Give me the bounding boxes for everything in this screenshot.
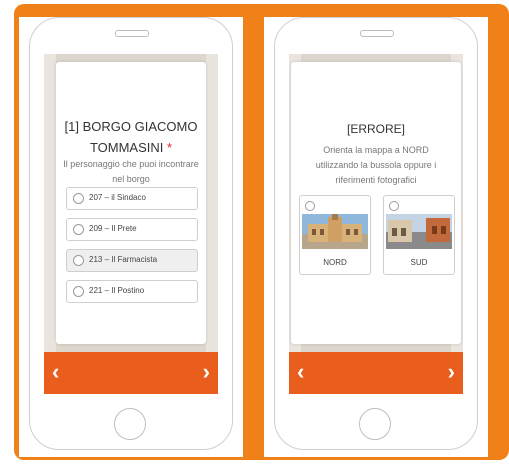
option-213[interactable]: 213 – Il Farmacista bbox=[66, 249, 198, 272]
question-subtitle: Il personaggio che puoi incontrare nel b… bbox=[63, 159, 199, 184]
option-label: 213 – Il Farmacista bbox=[89, 255, 158, 264]
choice-label: SUD bbox=[410, 258, 428, 267]
left-panel: [1] BORGO GIACOMO TOMMASINI * Il persona… bbox=[19, 17, 243, 457]
option-label: 221 – Il Postino bbox=[89, 286, 145, 295]
required-mark: * bbox=[167, 140, 173, 155]
radio-button[interactable] bbox=[73, 286, 84, 297]
chevron-left-icon[interactable]: ‹ bbox=[52, 360, 59, 384]
choice-label: NORD bbox=[323, 258, 347, 267]
orange-frame: [1] BORGO GIACOMO TOMMASINI * Il persona… bbox=[14, 4, 509, 460]
nord-photo bbox=[302, 214, 368, 249]
radio-button[interactable] bbox=[389, 201, 399, 211]
screen-left: [1] BORGO GIACOMO TOMMASINI * Il persona… bbox=[44, 54, 218, 394]
chevron-right-icon[interactable]: › bbox=[203, 360, 210, 384]
speaker-icon bbox=[115, 30, 149, 37]
radio-button[interactable] bbox=[305, 201, 315, 211]
nav-bar: ‹ › bbox=[289, 352, 463, 394]
home-button[interactable] bbox=[114, 408, 146, 440]
error-card: [ERRORE] Orienta la mappa a NORD utilizz… bbox=[291, 62, 461, 344]
phone-mockup-right: [ERRORE] Orienta la mappa a NORD utilizz… bbox=[274, 17, 478, 450]
chevron-right-icon[interactable]: › bbox=[448, 360, 455, 384]
option-207[interactable]: 207 – il Sindaco bbox=[66, 187, 198, 210]
phone-mockup-left: [1] BORGO GIACOMO TOMMASINI * Il persona… bbox=[29, 17, 233, 450]
home-button[interactable] bbox=[359, 408, 391, 440]
sud-photo bbox=[386, 214, 452, 249]
option-label: 209 – Il Prete bbox=[89, 224, 137, 233]
radio-button[interactable] bbox=[73, 224, 84, 235]
option-label: 207 – il Sindaco bbox=[89, 193, 146, 202]
chevron-left-icon[interactable]: ‹ bbox=[297, 360, 304, 384]
radio-button[interactable] bbox=[73, 255, 84, 266]
question-title: [1] BORGO GIACOMO TOMMASINI * bbox=[62, 116, 200, 158]
choice-nord[interactable]: NORD bbox=[299, 195, 371, 275]
question-title-text: [1] BORGO GIACOMO TOMMASINI bbox=[64, 119, 198, 155]
question-card: [1] BORGO GIACOMO TOMMASINI * Il persona… bbox=[56, 62, 206, 344]
error-title: [ERRORE] bbox=[346, 122, 405, 136]
nav-bar: ‹ › bbox=[44, 352, 218, 394]
choice-sud[interactable]: SUD bbox=[383, 195, 455, 275]
option-221[interactable]: 221 – Il Postino bbox=[66, 280, 198, 303]
radio-button[interactable] bbox=[73, 193, 84, 204]
screen-right: [ERRORE] Orienta la mappa a NORD utilizz… bbox=[289, 54, 463, 394]
right-panel: [ERRORE] Orienta la mappa a NORD utilizz… bbox=[264, 17, 488, 457]
option-209[interactable]: 209 – Il Prete bbox=[66, 218, 198, 241]
speaker-icon bbox=[360, 30, 394, 37]
error-subtitle: Orienta la mappa a NORD utilizzando la b… bbox=[315, 145, 437, 185]
